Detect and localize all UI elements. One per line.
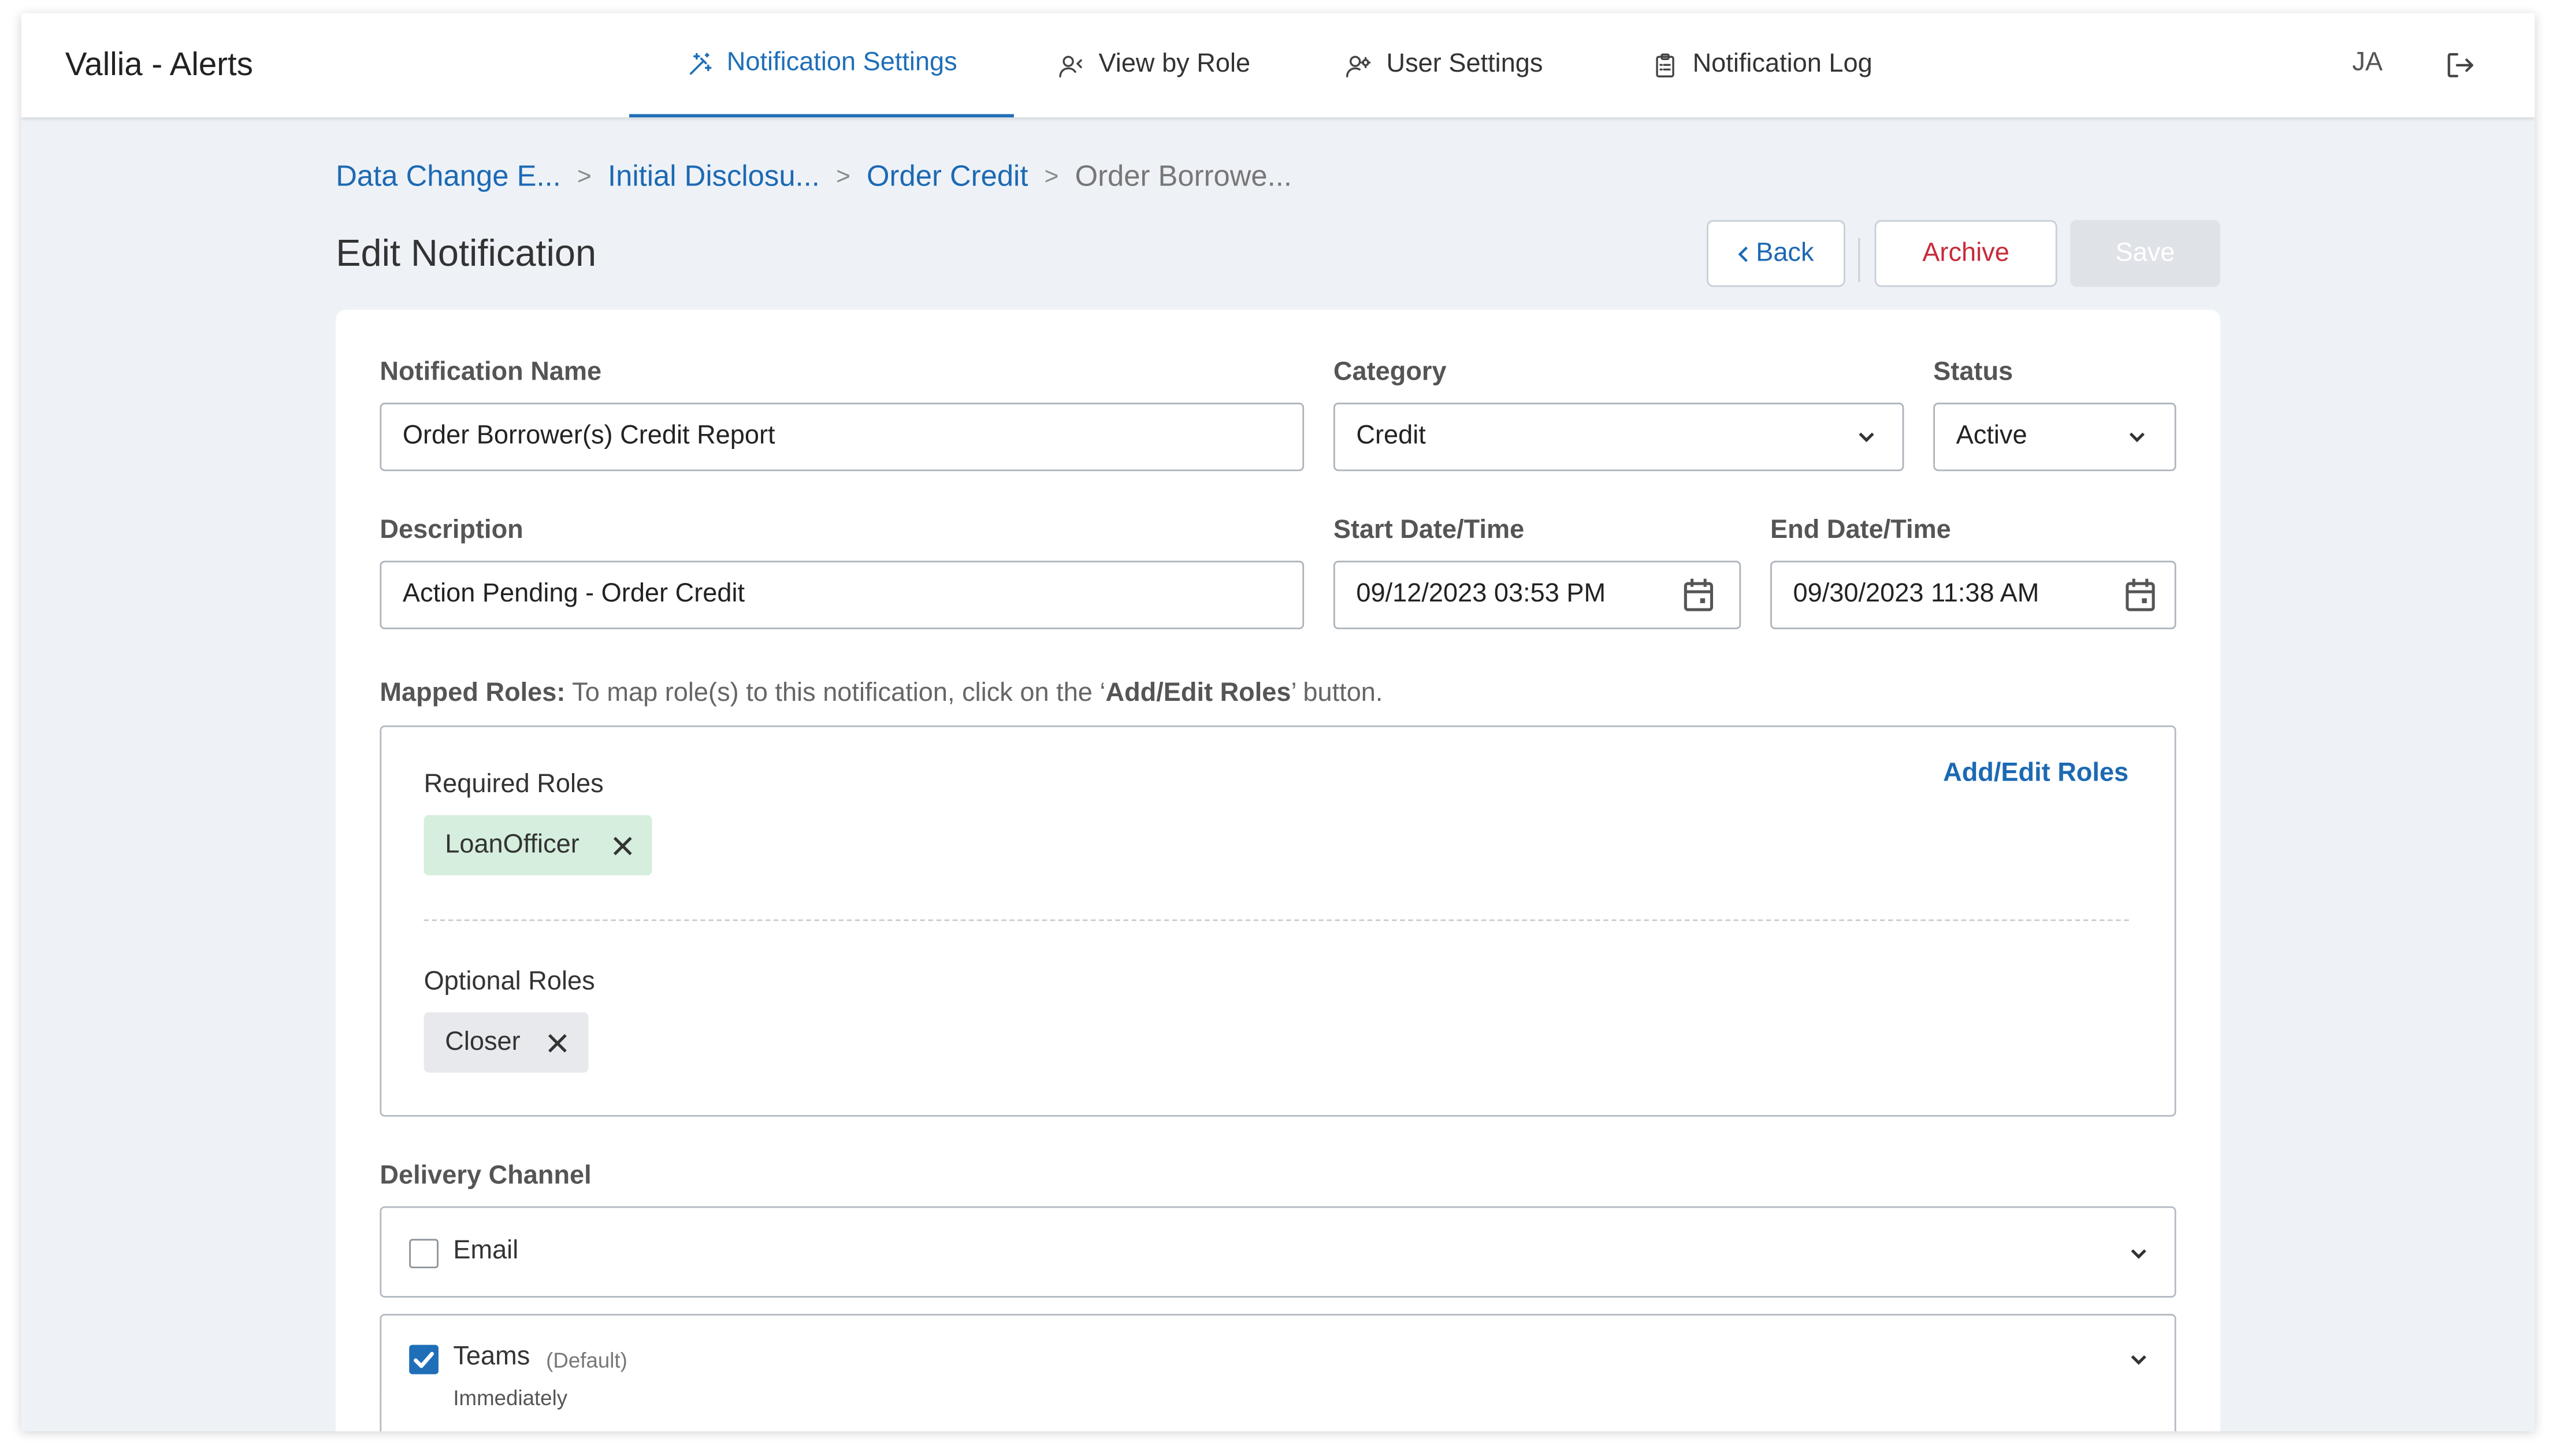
role-chip-label: LoanOfficer — [445, 830, 579, 859]
notification-name-label: Notification Name — [380, 358, 602, 387]
chevron-down-icon[interactable] — [2127, 1348, 2150, 1370]
help-text: ’ button. — [1291, 679, 1383, 708]
email-checkbox[interactable] — [409, 1239, 439, 1269]
start-date-value: 09/12/2023 03:53 PM — [1356, 580, 1606, 608]
description-label: Description — [380, 517, 523, 545]
user-role-icon — [1059, 55, 1082, 77]
start-date-input[interactable]: 09/12/2023 03:53 PM — [1333, 560, 1741, 630]
help-bold: Mapped Roles: — [380, 679, 566, 708]
divider — [1858, 237, 1860, 283]
add-edit-roles-link[interactable]: Add/Edit Roles — [1943, 760, 2128, 789]
role-chip-required: LoanOfficer — [423, 815, 652, 876]
save-button[interactable]: Save — [2070, 220, 2220, 287]
teams-checkbox[interactable] — [409, 1344, 439, 1375]
app-window: Vallia - Alerts Notification Settings Vi… — [21, 13, 2535, 1432]
delivery-channel-label: Delivery Channel — [380, 1162, 592, 1190]
magic-wand-icon — [689, 52, 712, 74]
channel-name: Teams — [453, 1343, 530, 1371]
end-date-label: End Date/Time — [1770, 517, 1951, 545]
tab-view-by-role[interactable]: View by Role — [1032, 13, 1276, 118]
chevron-down-icon[interactable] — [2127, 1242, 2150, 1265]
close-icon[interactable] — [611, 835, 634, 857]
page-title: Edit Notification — [336, 231, 597, 274]
description-input[interactable]: Action Pending - Order Credit — [380, 560, 1305, 630]
end-date-value: 09/30/2023 11:38 AM — [1793, 580, 2039, 608]
calendar-icon[interactable] — [1682, 577, 1715, 613]
checkmark-icon — [414, 1351, 434, 1368]
chevron-left-icon — [1738, 246, 1748, 262]
tab-user-settings[interactable]: User Settings — [1320, 13, 1568, 118]
status-label: Status — [1933, 358, 2013, 387]
role-chip-optional: Closer — [423, 1012, 589, 1073]
chevron-right-icon: > — [577, 163, 592, 191]
clipboard-icon — [1656, 53, 1675, 77]
status-value: Active — [1956, 422, 2027, 450]
divider — [423, 919, 2129, 922]
notification-name-input[interactable]: Order Borrower(s) Credit Report — [380, 402, 1305, 471]
chevron-down-icon — [1859, 432, 1874, 443]
breadcrumb-item[interactable]: Initial Disclosu... — [608, 159, 820, 194]
category-value: Credit — [1356, 422, 1426, 450]
end-date-input[interactable]: 09/30/2023 11:38 AM — [1770, 560, 2176, 630]
back-label: Back — [1756, 239, 1814, 267]
tab-label: Notification Settings — [726, 49, 957, 77]
chevron-right-icon: > — [1044, 163, 1059, 191]
breadcrumb-item[interactable]: Order Credit — [867, 159, 1028, 194]
start-date-label: Start Date/Time — [1333, 517, 1525, 545]
archive-button[interactable]: Archive — [1874, 220, 2057, 287]
user-gear-icon — [1347, 55, 1372, 77]
status-select[interactable]: Active — [1933, 402, 2176, 471]
user-initials-avatar[interactable]: JA — [2352, 49, 2383, 79]
help-bold: Add/Edit Roles — [1105, 679, 1291, 708]
chevron-down-icon — [2129, 432, 2145, 443]
app-title: Vallia - Alerts — [65, 47, 253, 83]
mapped-roles-help: Mapped Roles: To map role(s) to this not… — [380, 680, 1383, 710]
tab-label: User Settings — [1386, 50, 1543, 79]
channel-row-email[interactable]: Email — [380, 1206, 2176, 1298]
channel-row-teams[interactable]: Teams (Default) Immediately — [380, 1314, 2176, 1432]
tab-notification-settings[interactable]: Notification Settings — [629, 13, 1014, 118]
channel-name: Email — [453, 1237, 519, 1265]
calendar-icon[interactable] — [2124, 577, 2156, 613]
back-button[interactable]: Back — [1707, 220, 1845, 287]
channel-frequency: Immediately — [453, 1386, 568, 1410]
close-icon[interactable] — [546, 1032, 569, 1054]
top-navigation-bar: Vallia - Alerts Notification Settings Vi… — [21, 13, 2535, 118]
required-roles-label: Required Roles — [423, 771, 604, 799]
help-text: To map role(s) to this notification, cli… — [565, 679, 1106, 708]
tab-label: Notification Log — [1692, 50, 1873, 79]
tab-label: View by Role — [1098, 50, 1251, 79]
category-select[interactable]: Credit — [1333, 402, 1904, 471]
logout-icon[interactable] — [2443, 49, 2476, 81]
breadcrumb-current: Order Borrowe... — [1075, 159, 1292, 192]
default-tag: (Default) — [546, 1348, 627, 1373]
category-label: Category — [1333, 358, 1447, 387]
breadcrumb: Data Change E... > Initial Disclosu... >… — [336, 159, 1292, 194]
breadcrumb-item[interactable]: Data Change E... — [336, 159, 561, 194]
optional-roles-label: Optional Roles — [423, 968, 595, 996]
role-chip-label: Closer — [445, 1027, 521, 1056]
chevron-right-icon: > — [836, 163, 850, 191]
tab-notification-log[interactable]: Notification Log — [1627, 13, 1897, 118]
